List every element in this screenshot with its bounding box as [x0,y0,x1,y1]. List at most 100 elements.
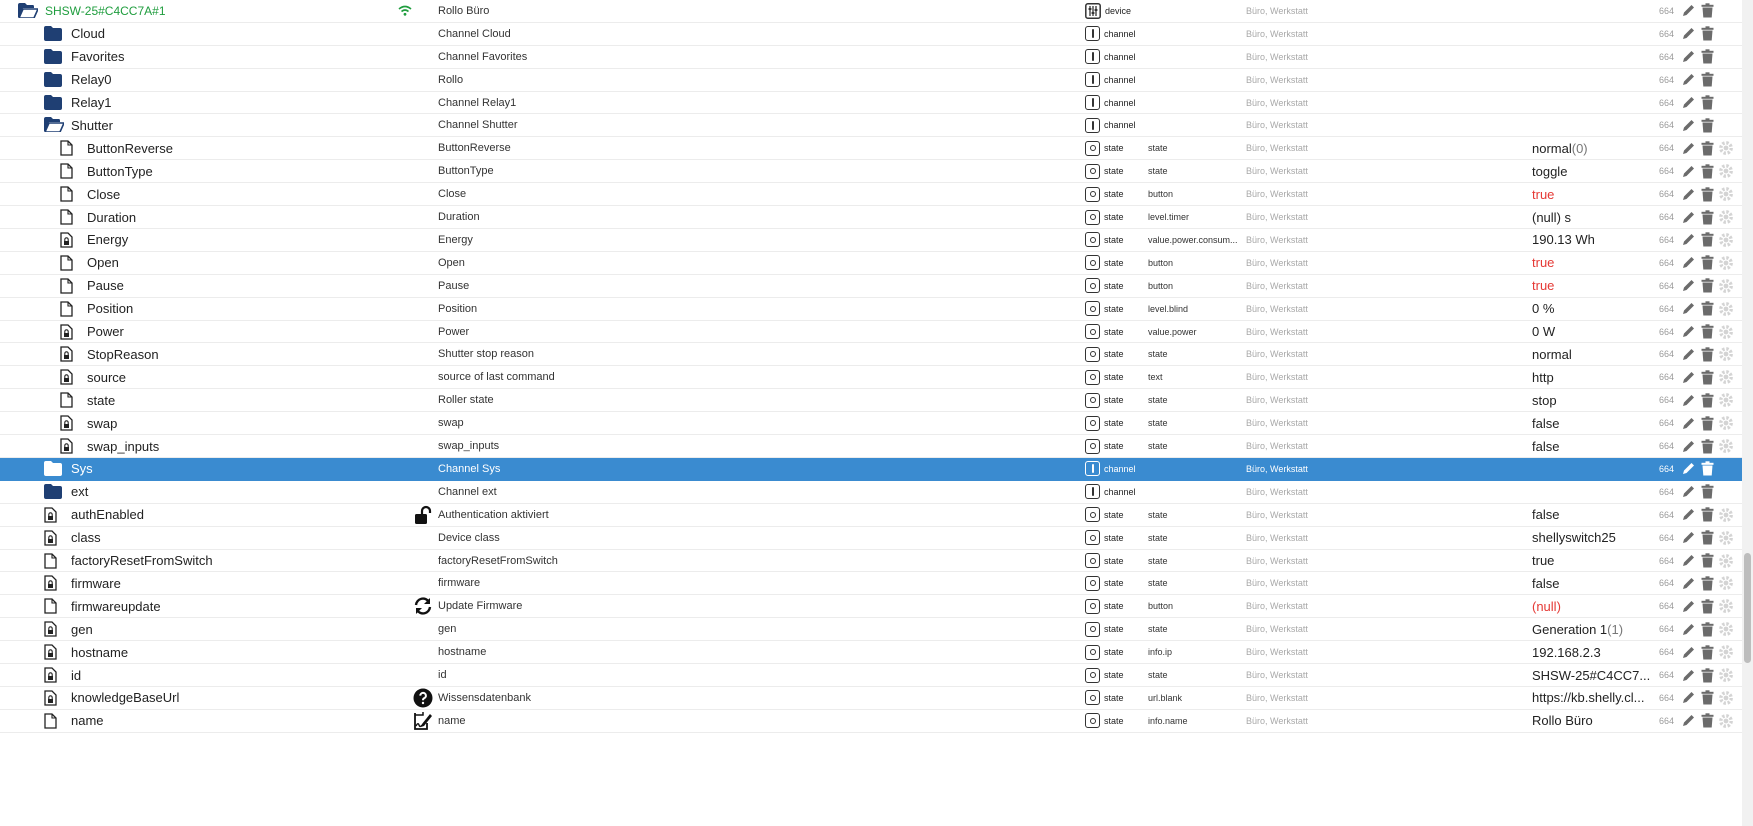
state-row[interactable]: swap_inputs swap_inputs state state Büro, We… [0,435,1742,458]
delete-trash-icon[interactable] [1699,72,1715,88]
edit-pencil-icon[interactable] [1680,667,1696,683]
channel-row[interactable]: Shutter Channel Shutter channel Büro, Werks… [0,115,1742,138]
delete-trash-icon[interactable] [1699,713,1715,729]
object-value[interactable]: shellyswitch25 [1532,527,1652,549]
settings-gear-icon[interactable] [1718,369,1734,385]
vertical-scrollbar[interactable] [1742,0,1753,826]
delete-trash-icon[interactable] [1699,644,1715,660]
object-room[interactable]: Büro, Werkstatt [1246,435,1466,457]
tree-cell[interactable]: factoryResetFromSwitch [0,550,434,572]
object-room[interactable]: Büro, Werkstatt [1246,687,1466,709]
state-row[interactable]: id id state state Büro, Werkstatt SHSW-25#C4C… [0,664,1742,687]
state-row[interactable]: Energy Energy state value.power.consum... Bü… [0,229,1742,252]
object-value[interactable]: https://kb.shelly.cl... [1532,687,1652,709]
settings-gear-icon[interactable] [1718,553,1734,569]
edit-pencil-icon[interactable] [1680,484,1696,500]
object-room[interactable]: Büro, Werkstatt [1246,344,1466,366]
channel-row[interactable]: Relay1 Channel Relay1 channel Büro, Werksta… [0,92,1742,115]
object-value[interactable]: 190.13 Wh [1532,229,1652,251]
state-row[interactable]: name name state info.name Büro, Werkstatt Rol… [0,710,1742,733]
settings-gear-icon[interactable] [1718,598,1734,614]
edit-pencil-icon[interactable] [1680,255,1696,271]
delete-trash-icon[interactable] [1699,598,1715,614]
delete-trash-icon[interactable] [1699,484,1715,500]
edit-pencil-icon[interactable] [1680,644,1696,660]
channel-row[interactable]: ext Channel ext channel Büro, Werkstatt 664 [0,481,1742,504]
delete-trash-icon[interactable] [1699,690,1715,706]
object-value[interactable]: Rollo Büro [1532,710,1652,732]
settings-gear-icon[interactable] [1718,575,1734,591]
delete-trash-icon[interactable] [1699,95,1715,111]
delete-trash-icon[interactable] [1699,278,1715,294]
state-row[interactable]: Duration Duration state level.timer Büro, We… [0,206,1742,229]
state-row[interactable]: gen gen state state Büro, Werkstatt Generatio… [0,618,1742,642]
object-value[interactable]: normal (0) [1532,137,1652,159]
tree-cell[interactable]: SHSW-25#C4CC7A#1 [0,0,408,22]
edit-pencil-icon[interactable] [1680,186,1696,202]
delete-trash-icon[interactable] [1699,255,1715,271]
object-room[interactable]: Büro, Werkstatt [1246,366,1466,388]
settings-gear-icon[interactable] [1718,140,1734,156]
edit-pencil-icon[interactable] [1680,415,1696,431]
edit-pencil-icon[interactable] [1680,72,1696,88]
tree-cell[interactable]: StopReason [0,344,450,366]
object-room[interactable]: Büro, Werkstatt [1246,252,1466,274]
state-row[interactable]: state Roller state state state Büro, Werksta… [0,389,1742,413]
tree-cell[interactable]: Power [0,321,450,343]
delete-trash-icon[interactable] [1699,369,1715,385]
object-room[interactable]: Büro, Werkstatt [1246,275,1466,297]
state-row[interactable]: ButtonType ButtonType state state Büro, Werk… [0,160,1742,184]
tree-cell[interactable]: Sys [0,458,434,480]
delete-trash-icon[interactable] [1699,621,1715,637]
delete-trash-icon[interactable] [1699,438,1715,454]
object-value[interactable]: Generation 1 (1) [1532,618,1652,640]
edit-pencil-icon[interactable] [1680,690,1696,706]
object-room[interactable]: Büro, Werkstatt [1246,206,1466,228]
tree-cell[interactable]: Relay1 [0,92,434,114]
settings-gear-icon[interactable] [1718,301,1734,317]
folder-icon[interactable] [44,483,62,500]
tree-cell[interactable]: Energy [0,229,450,251]
tree-cell[interactable]: source [0,366,450,388]
object-value[interactable]: true [1532,183,1652,205]
delete-trash-icon[interactable] [1699,49,1715,65]
settings-gear-icon[interactable] [1718,346,1734,362]
delete-trash-icon[interactable] [1699,3,1715,19]
settings-gear-icon[interactable] [1718,278,1734,294]
tree-cell[interactable]: Position [0,298,450,320]
edit-pencil-icon[interactable] [1680,598,1696,614]
tree-cell[interactable]: knowledgeBaseUrl [0,687,434,709]
tree-cell[interactable]: Favorites [0,46,434,68]
object-room[interactable]: Büro, Werkstatt [1246,0,1466,22]
settings-gear-icon[interactable] [1718,324,1734,340]
tree-cell[interactable]: ButtonReverse [0,137,450,159]
edit-pencil-icon[interactable] [1680,140,1696,156]
state-row[interactable]: Pause Pause state button Büro, Werkstatt true… [0,275,1742,298]
folder-open-icon[interactable] [43,117,66,134]
delete-trash-icon[interactable] [1699,26,1715,42]
object-room[interactable]: Büro, Werkstatt [1246,618,1466,640]
object-room[interactable]: Büro, Werkstatt [1246,641,1466,663]
state-row[interactable]: class Device class state state Büro, Werksta… [0,527,1742,550]
settings-gear-icon[interactable] [1718,209,1734,225]
object-room[interactable]: Büro, Werkstatt [1246,160,1466,182]
object-value[interactable]: normal [1532,344,1652,366]
settings-gear-icon[interactable] [1718,690,1734,706]
settings-gear-icon[interactable] [1718,530,1734,546]
delete-trash-icon[interactable] [1699,209,1715,225]
delete-trash-icon[interactable] [1699,553,1715,569]
state-row[interactable]: knowledgeBaseUrl Wissensdatenbank state url… [0,687,1742,710]
edit-pencil-icon[interactable] [1680,621,1696,637]
tree-cell[interactable]: Open [0,252,450,274]
delete-trash-icon[interactable] [1699,232,1715,248]
edit-pencil-icon[interactable] [1680,369,1696,385]
edit-pencil-icon[interactable] [1680,209,1696,225]
folder-open-icon[interactable] [17,2,40,19]
object-value[interactable]: false [1532,504,1652,526]
object-room[interactable]: Büro, Werkstatt [1246,504,1466,526]
delete-trash-icon[interactable] [1699,507,1715,523]
edit-pencil-icon[interactable] [1680,49,1696,65]
folder-icon[interactable] [44,71,62,88]
channel-row[interactable]: Relay0 Rollo channel Büro, Werkstatt 664 [0,69,1742,92]
edit-pencil-icon[interactable] [1680,324,1696,340]
